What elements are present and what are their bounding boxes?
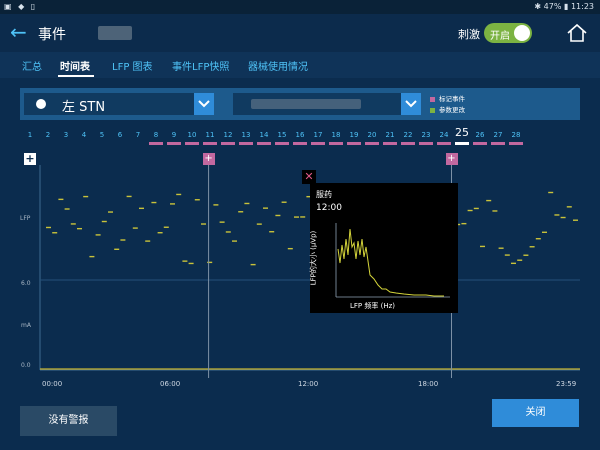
lfp-point (492, 210, 498, 212)
lfp-point (511, 262, 516, 265)
lfp-point (207, 261, 213, 264)
lfp-point (287, 247, 293, 250)
popup-spectrum-plot (335, 223, 450, 298)
lfp-point (467, 209, 473, 212)
lfp-point (573, 219, 578, 221)
lfp-point (101, 220, 107, 223)
x-tick-label: 18:00 (418, 380, 439, 388)
lfp-point (250, 263, 256, 266)
lfp-point (213, 204, 219, 206)
lfp-point (238, 211, 244, 213)
lfp-point (219, 221, 225, 223)
lfp-point (163, 226, 169, 228)
lfp-point (486, 199, 492, 202)
lfp-point (182, 260, 188, 262)
no-alarm-button[interactable]: 没有警报 (20, 406, 117, 436)
lfp-point (566, 206, 572, 208)
lfp-point (480, 245, 485, 248)
lfp-point (281, 201, 287, 203)
y-axis-label-lfp: LFP (20, 215, 31, 222)
lfp-point (70, 223, 76, 225)
event-marker-button[interactable]: + (202, 153, 215, 165)
lfp-point (535, 238, 541, 240)
popup-spectrum-line (337, 228, 444, 297)
lfp-point (461, 222, 467, 225)
lfp-point (269, 231, 275, 233)
x-tick-label: 12:00 (298, 380, 319, 388)
lfp-point (170, 203, 175, 205)
lfp-point (120, 239, 126, 241)
lfp-point (225, 231, 231, 233)
popup-x-axis-label: LFP 频率 (Hz) (350, 302, 395, 310)
lfp-point (77, 227, 82, 230)
lfp-point (548, 191, 554, 194)
lfp-point (139, 207, 144, 210)
lfp-point (52, 232, 58, 234)
lfp-point (498, 247, 504, 249)
x-tick-label: 23:59 (556, 380, 577, 388)
lfp-point (263, 207, 268, 209)
y-axis-label-ma: mA (21, 322, 31, 329)
add-event-button[interactable]: + (24, 153, 36, 165)
popup-event-time: 12:00 (316, 203, 342, 213)
y-tick-label: 6.0 (21, 280, 31, 287)
lfp-point (542, 231, 547, 233)
close-icon[interactable]: ✕ (302, 170, 316, 184)
lfp-point (89, 255, 95, 258)
popup-y-axis-label: LFP的大小 (µVp) (309, 230, 318, 286)
lfp-point (473, 207, 479, 210)
x-tick-label: 00:00 (42, 380, 63, 388)
lfp-point (244, 202, 250, 205)
lfp-point (517, 259, 523, 261)
lfp-point (114, 248, 120, 250)
lfp-point (560, 216, 566, 219)
lfp-point (145, 240, 151, 242)
lfp-point (256, 223, 262, 225)
lfp-point (188, 262, 194, 265)
event-marker-button[interactable]: + (445, 153, 458, 165)
y-tick-label: 0.0 (21, 362, 31, 369)
lfp-point (126, 195, 132, 198)
lfp-point (554, 214, 560, 216)
lfp-point (132, 227, 138, 229)
lfp-point (529, 246, 535, 248)
close-button[interactable]: 关闭 (492, 399, 579, 427)
lfp-point (108, 211, 113, 213)
lfp-point (83, 195, 89, 198)
lfp-point (275, 214, 281, 217)
lfp-point (46, 226, 51, 229)
lfp-point (64, 208, 70, 210)
lfp-point (194, 199, 200, 201)
lfp-point (157, 232, 163, 234)
x-tick-label: 06:00 (160, 380, 181, 388)
lfp-point (300, 216, 306, 218)
popup-event-name: 服药 (316, 190, 332, 199)
lfp-point (201, 223, 206, 225)
lfp-point (504, 254, 510, 256)
lfp-point (523, 254, 529, 256)
lfp-point (58, 198, 64, 201)
lfp-point (95, 234, 101, 236)
event-lfp-popup: 服药 12:00 LFP的大小 (µVp) LFP 频率 (Hz) (309, 183, 458, 313)
lfp-point (232, 240, 237, 242)
lfp-point (151, 201, 157, 204)
lfp-point (176, 193, 182, 196)
lfp-point (294, 216, 299, 218)
